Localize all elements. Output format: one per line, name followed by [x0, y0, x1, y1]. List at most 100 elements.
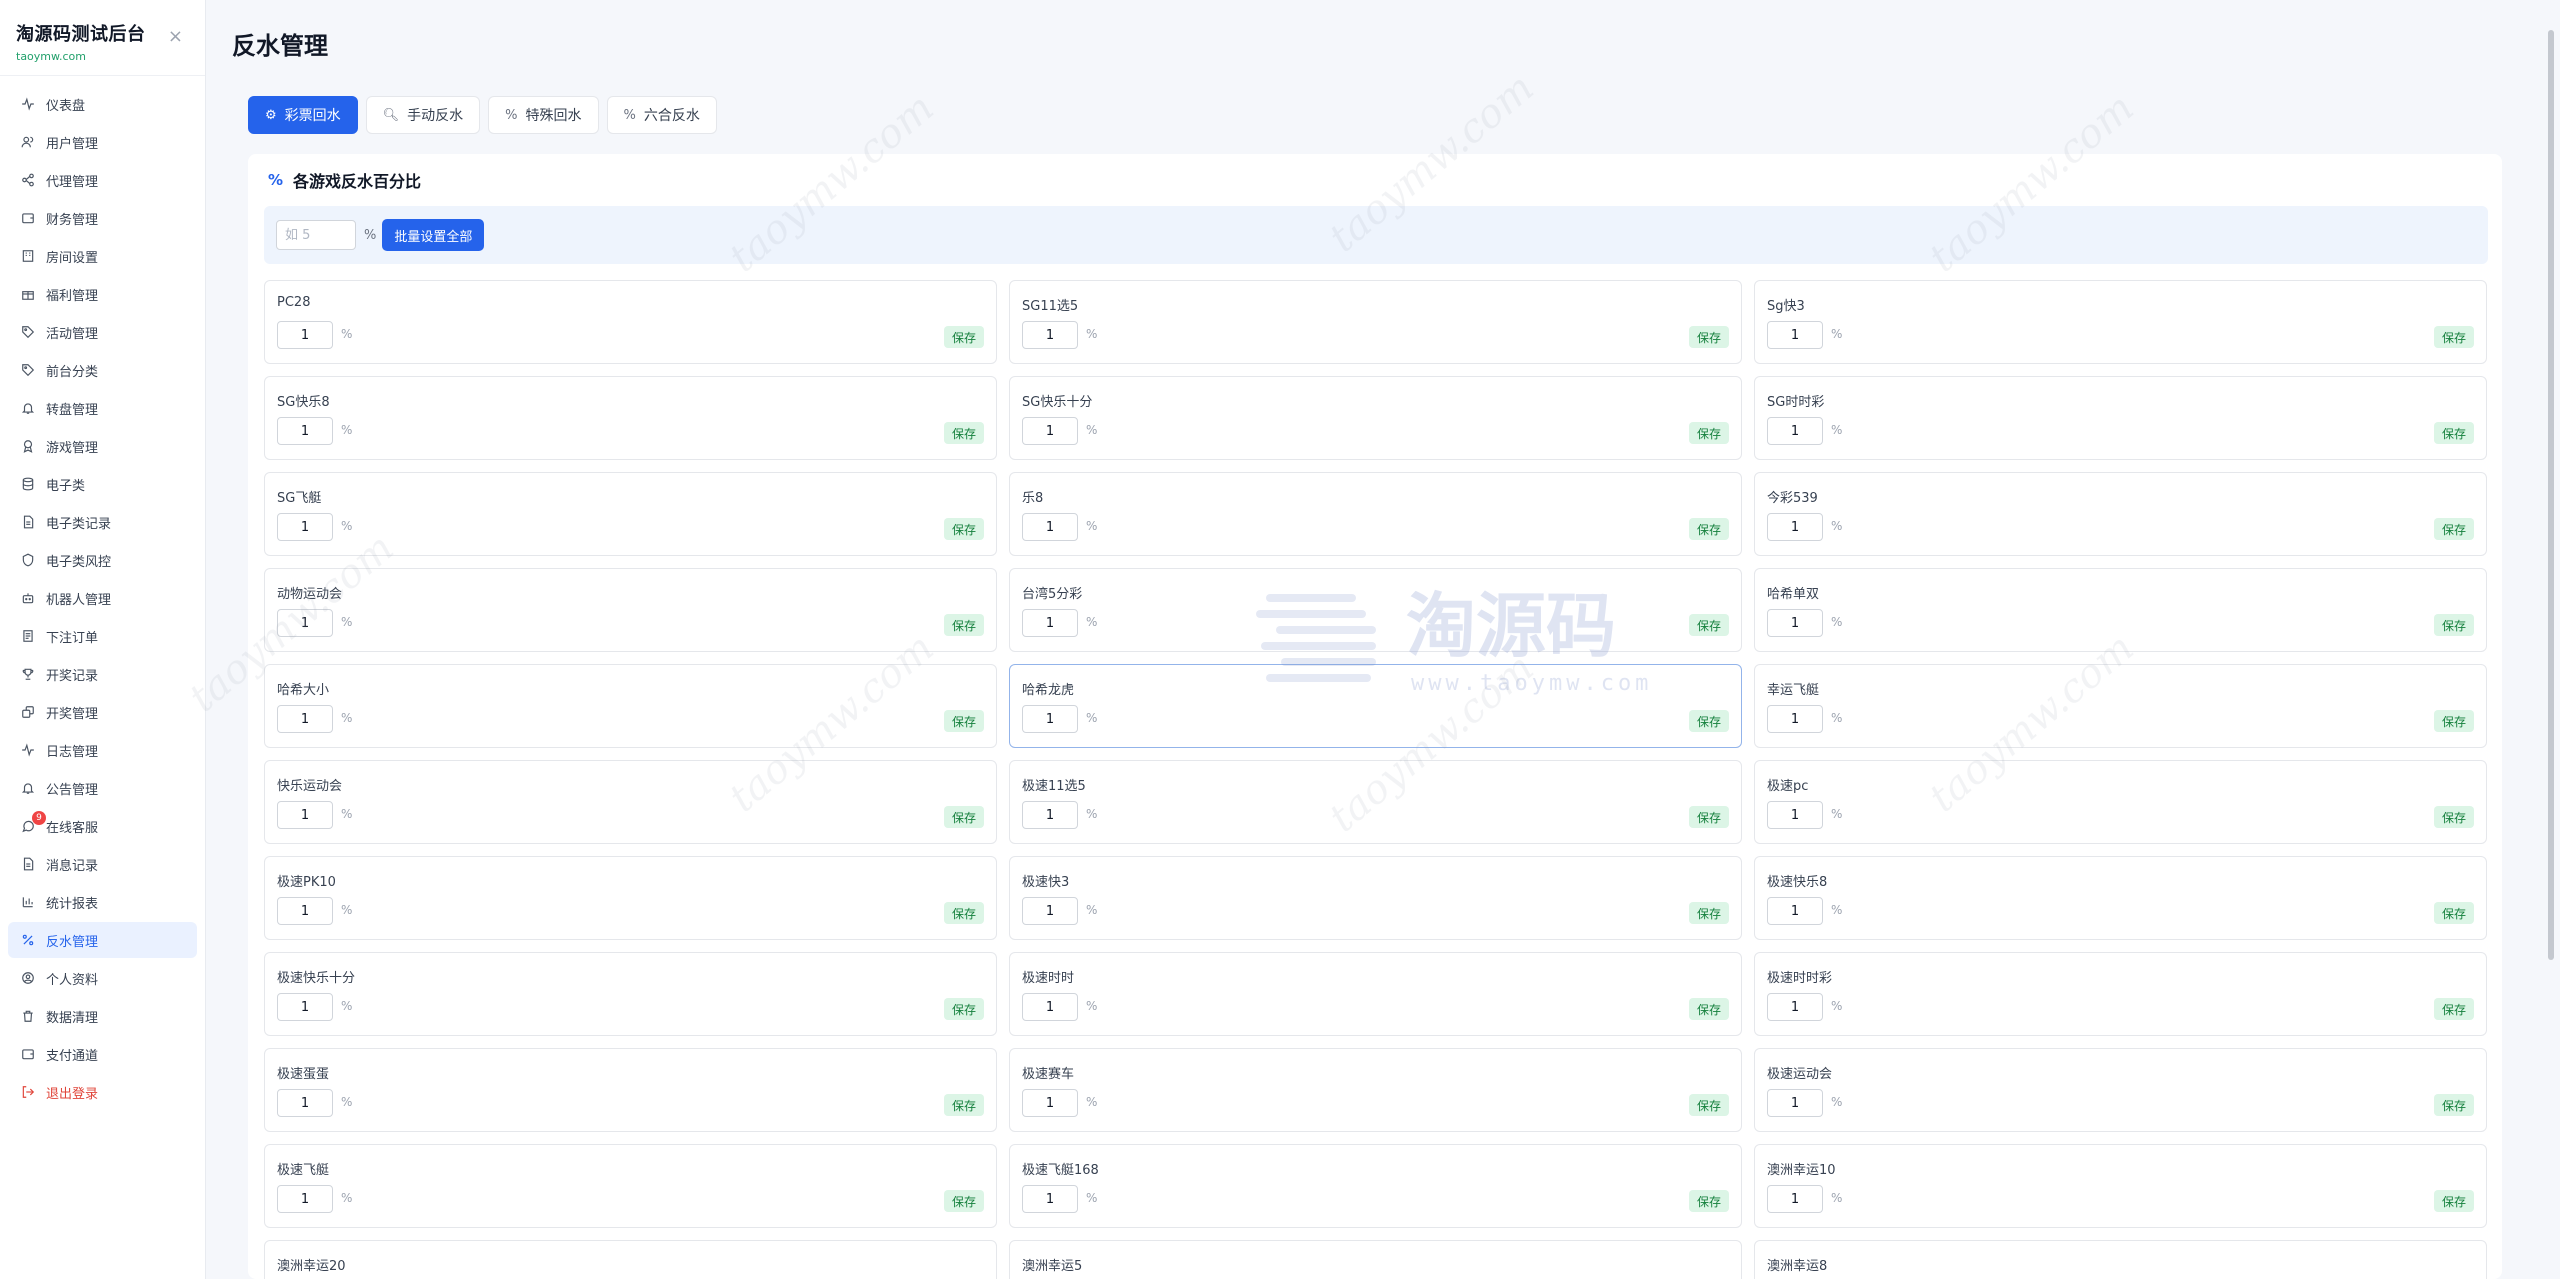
save-button[interactable]: 保存: [1688, 1190, 1729, 1212]
rebate-percent-input[interactable]: [277, 1089, 333, 1117]
sidebar-item-9[interactable]: 游戏管理: [8, 428, 197, 464]
sidebar-item-7[interactable]: 前台分类: [8, 352, 197, 388]
save-button[interactable]: 保存: [943, 518, 984, 540]
sidebar-item-4[interactable]: 房间设置: [8, 238, 197, 274]
rebate-percent-input[interactable]: [1767, 417, 1823, 445]
save-button[interactable]: 保存: [2433, 614, 2474, 636]
rebate-percent-input[interactable]: [277, 993, 333, 1021]
rebate-percent-input[interactable]: [1767, 993, 1823, 1021]
sidebar-item-24[interactable]: 数据清理: [8, 998, 197, 1034]
rebate-percent-input[interactable]: [277, 705, 333, 733]
sidebar-item-1[interactable]: 用户管理: [8, 124, 197, 160]
rebate-percent-input[interactable]: [1022, 993, 1078, 1021]
rebate-percent-input[interactable]: [1022, 705, 1078, 733]
batch-set-all-button[interactable]: 批量设置全部: [382, 219, 485, 251]
rebate-percent-input[interactable]: [1022, 609, 1078, 637]
game-name: 哈希大小: [277, 683, 330, 698]
sidebar-item-17[interactable]: 日志管理: [8, 732, 197, 768]
sidebar-item-25[interactable]: 支付通道: [8, 1036, 197, 1072]
rebate-percent-input[interactable]: [1022, 1089, 1078, 1117]
rebate-percent-input[interactable]: [1022, 321, 1078, 349]
rebate-percent-input[interactable]: [277, 897, 333, 925]
sidebar-item-19[interactable]: 9 在线客服: [8, 808, 197, 844]
sidebar-item-14[interactable]: 下注订单: [8, 618, 197, 654]
rebate-percent-input[interactable]: [1767, 801, 1823, 829]
rebate-percent-input[interactable]: [277, 801, 333, 829]
save-button[interactable]: 保存: [1688, 422, 1729, 444]
sidebar-item-16[interactable]: 开奖管理: [8, 694, 197, 730]
sidebar-item-20[interactable]: 消息记录: [8, 846, 197, 882]
rebate-percent-input[interactable]: [1767, 609, 1823, 637]
rebate-percent-input[interactable]: [1767, 1089, 1823, 1117]
sidebar-item-0[interactable]: 仪表盘: [8, 86, 197, 122]
rebate-percent-input[interactable]: [1022, 513, 1078, 541]
save-button[interactable]: 保存: [1688, 1094, 1729, 1116]
game-name: 极速快乐8: [1767, 875, 1828, 890]
save-button[interactable]: 保存: [943, 902, 984, 924]
rebate-percent-input[interactable]: [277, 1185, 333, 1213]
save-button[interactable]: 保存: [2433, 710, 2474, 732]
save-button[interactable]: 保存: [1688, 710, 1729, 732]
sidebar-item-13[interactable]: 机器人管理: [8, 580, 197, 616]
rebate-percent-input[interactable]: [277, 513, 333, 541]
scrollbar-thumb[interactable]: [2548, 30, 2554, 960]
rebate-percent-input[interactable]: [277, 417, 333, 445]
rebate-percent-input[interactable]: [1022, 897, 1078, 925]
sidebar-item-label: 下注订单: [46, 630, 99, 646]
save-button[interactable]: 保存: [943, 1094, 984, 1116]
save-button[interactable]: 保存: [2433, 902, 2474, 924]
sidebar-item-11[interactable]: 电子类记录: [8, 504, 197, 540]
tab-2[interactable]: % 特殊回水: [488, 96, 599, 134]
close-icon[interactable]: ×: [168, 26, 183, 47]
save-button[interactable]: 保存: [2433, 1190, 2474, 1212]
save-button[interactable]: 保存: [943, 326, 984, 348]
save-button[interactable]: 保存: [943, 1190, 984, 1212]
rebate-percent-input[interactable]: [1767, 513, 1823, 541]
game-card: 极速快3% 保存: [1009, 856, 1742, 940]
rebate-percent-input[interactable]: [1767, 1185, 1823, 1213]
rebate-percent-input[interactable]: [1767, 705, 1823, 733]
rebate-percent-input[interactable]: [1022, 801, 1078, 829]
save-button[interactable]: 保存: [943, 710, 984, 732]
sidebar-item-5[interactable]: 福利管理: [8, 276, 197, 312]
save-button[interactable]: 保存: [1688, 998, 1729, 1020]
save-button[interactable]: 保存: [1688, 902, 1729, 924]
sidebar-item-21[interactable]: 统计报表: [8, 884, 197, 920]
save-button[interactable]: 保存: [2433, 998, 2474, 1020]
rebate-percent-input[interactable]: [1022, 1185, 1078, 1213]
save-button[interactable]: 保存: [2433, 422, 2474, 444]
tab-3[interactable]: % 六合反水: [606, 96, 717, 134]
sidebar-item-12[interactable]: 电子类风控: [8, 542, 197, 578]
sidebar-item-10[interactable]: 电子类: [8, 466, 197, 502]
save-button[interactable]: 保存: [1688, 326, 1729, 348]
sidebar-item-22[interactable]: 反水管理: [8, 922, 197, 958]
save-button[interactable]: 保存: [943, 422, 984, 444]
page-scrollbar[interactable]: [2546, 0, 2556, 1279]
save-button[interactable]: 保存: [943, 998, 984, 1020]
save-button[interactable]: 保存: [1688, 518, 1729, 540]
rebate-percent-input[interactable]: [1022, 417, 1078, 445]
sidebar-item-23[interactable]: 个人资料: [8, 960, 197, 996]
sidebar-item-3[interactable]: 财务管理: [8, 200, 197, 236]
save-button[interactable]: 保存: [2433, 1094, 2474, 1116]
rebate-percent-input[interactable]: [277, 321, 333, 349]
sidebar-item-8[interactable]: 转盘管理: [8, 390, 197, 426]
save-button[interactable]: 保存: [943, 614, 984, 636]
save-button[interactable]: 保存: [943, 806, 984, 828]
sidebar-item-15[interactable]: 开奖记录: [8, 656, 197, 692]
sidebar-item-2[interactable]: 代理管理: [8, 162, 197, 198]
rebate-percent-input[interactable]: [1767, 321, 1823, 349]
save-button[interactable]: 保存: [1688, 806, 1729, 828]
tab-1[interactable]: 🔍︎ 手动反水: [365, 96, 481, 134]
rebate-percent-input[interactable]: [277, 609, 333, 637]
save-button[interactable]: 保存: [2433, 326, 2474, 348]
save-button[interactable]: 保存: [1688, 614, 1729, 636]
sidebar-item-18[interactable]: 公告管理: [8, 770, 197, 806]
save-button[interactable]: 保存: [2433, 518, 2474, 540]
sidebar-item-26[interactable]: 退出登录: [8, 1074, 197, 1110]
rebate-percent-input[interactable]: [1767, 897, 1823, 925]
save-button[interactable]: 保存: [2433, 806, 2474, 828]
sidebar-item-6[interactable]: 活动管理: [8, 314, 197, 350]
tab-0[interactable]: ⚙ 彩票回水: [248, 96, 358, 134]
batch-percent-input[interactable]: [276, 220, 356, 250]
